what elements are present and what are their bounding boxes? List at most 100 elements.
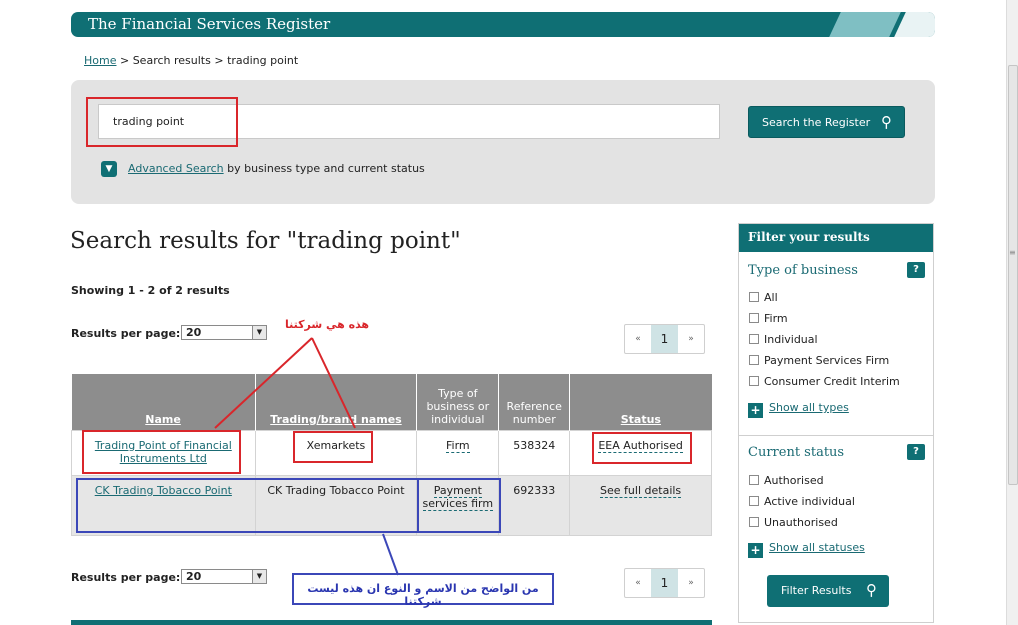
search-panel: trading point Search the Register ⚲ ▼ Ad… (71, 80, 935, 204)
breadcrumb-home-link[interactable]: Home (84, 54, 116, 67)
column-header-type: Type of business or individual (416, 374, 500, 430)
filter-title: Filter your results (739, 224, 933, 252)
checkbox-icon (749, 496, 759, 506)
checkbox-individual[interactable]: Individual (749, 333, 818, 346)
column-header-trading-names[interactable]: Trading/brand names (255, 374, 418, 430)
checkbox-icon (749, 313, 759, 323)
chevron-down-icon: ▼ (252, 326, 266, 339)
annotation-arrow-line (382, 533, 399, 576)
checkbox-active-individual[interactable]: Active individual (749, 495, 855, 508)
scrollbar-thumb[interactable] (1008, 65, 1018, 485)
checkbox-label: Payment Services Firm (764, 354, 890, 367)
checkbox-label: Consumer Credit Interim (764, 375, 900, 388)
breadcrumb-search-results: Search results (132, 54, 211, 67)
firm-name-link[interactable]: CK Trading Tobacco Point (95, 484, 232, 497)
scrollbar-grip-icon: ≡ (1009, 248, 1016, 257)
checkbox-icon (749, 517, 759, 527)
plus-icon: + (748, 543, 763, 558)
results-per-page-bottom: Results per page: 20 ▼ (71, 569, 267, 584)
show-all-statuses-link[interactable]: Show all statuses (769, 541, 865, 554)
column-header-reference: Reference number (498, 374, 571, 430)
footer-bar (71, 620, 712, 625)
filter-results-button[interactable]: Filter Results ⚲ (767, 575, 889, 607)
results-per-page-select[interactable]: 20 ▼ (181, 325, 267, 340)
cell-reference: 538324 (498, 429, 571, 476)
column-header-name[interactable]: Name (71, 374, 256, 430)
checkbox-label: Unauthorised (764, 516, 838, 529)
checkbox-icon (749, 292, 759, 302)
help-icon[interactable]: ? (907, 262, 925, 278)
checkbox-unauthorised[interactable]: Unauthorised (749, 516, 838, 529)
checkbox-label: Active individual (764, 495, 855, 508)
pager-next-button[interactable]: » (678, 325, 704, 353)
help-icon[interactable]: ? (907, 444, 925, 460)
chevron-down-icon: ▼ (252, 570, 266, 583)
cell-status: EEA Authorised (569, 429, 712, 476)
cell-type: Firm (416, 429, 500, 476)
show-all-statuses[interactable]: + Show all statuses (748, 541, 865, 558)
show-all-types-link[interactable]: Show all types (769, 401, 849, 414)
results-per-page-label: Results per page: (71, 327, 181, 340)
breadcrumb: Home > Search results > trading point (84, 54, 298, 67)
firm-name-link[interactable]: Trading Point of Financial Instruments L… (95, 439, 232, 465)
pager-bottom: « 1 » (624, 568, 705, 598)
breadcrumb-separator: > (119, 54, 130, 67)
pager-page-1[interactable]: 1 (651, 569, 678, 597)
checkbox-firm[interactable]: Firm (749, 312, 788, 325)
checkbox-label: Authorised (764, 474, 824, 487)
status-tooltip[interactable]: EEA Authorised (598, 438, 683, 453)
chevron-down-icon[interactable]: ▼ (101, 161, 117, 177)
page-title: Search results for "trading point" (70, 228, 461, 254)
type-tooltip[interactable]: Payment services firm (422, 483, 494, 511)
site-header: The Financial Services Register (71, 12, 935, 37)
filter-divider (739, 435, 933, 436)
site-title: The Financial Services Register (88, 15, 331, 33)
advanced-search-link[interactable]: Advanced Search (128, 162, 224, 175)
cell-trading-name: CK Trading Tobacco Point (254, 474, 418, 536)
annotation-blue-note: من الواضح من الاسم و النوع ان هذه ليست ش… (292, 573, 554, 608)
header-stripe (894, 12, 935, 37)
pager-prev-button[interactable]: « (625, 569, 651, 597)
checkbox-label: Individual (764, 333, 818, 346)
pager-next-button[interactable]: » (678, 569, 704, 597)
cell-type: Payment services firm (416, 474, 500, 536)
pager-prev-button[interactable]: « (625, 325, 651, 353)
filter-button-label: Filter Results (781, 584, 852, 597)
header-stripe (829, 12, 901, 37)
pager-page-1[interactable]: 1 (651, 325, 678, 353)
checkbox-consumer-credit-interim[interactable]: Consumer Credit Interim (749, 375, 900, 388)
search-button-label: Search the Register (762, 116, 871, 129)
search-icon: ⚲ (866, 581, 877, 599)
search-icon: ⚲ (881, 113, 892, 131)
checkbox-payment-services-firm[interactable]: Payment Services Firm (749, 354, 889, 367)
show-all-types[interactable]: + Show all types (748, 401, 849, 418)
column-header-status[interactable]: Status (569, 374, 712, 430)
checkbox-icon (749, 334, 759, 344)
table-row: Trading Point of Financial Instruments L… (71, 429, 712, 476)
results-per-page-value: 20 (186, 326, 202, 339)
annotation-red-note: هذه هي شركتنا (285, 318, 370, 331)
checkbox-all[interactable]: All (749, 291, 778, 304)
results-per-page-select[interactable]: 20 ▼ (181, 569, 267, 584)
filter-type-title: Type of business (748, 263, 858, 278)
checkbox-label: Firm (764, 312, 788, 325)
cell-name: CK Trading Tobacco Point (71, 474, 256, 536)
checkbox-icon (749, 376, 759, 386)
pager-top: « 1 » (624, 324, 705, 354)
table-row: CK Trading Tobacco Point CK Trading Toba… (71, 474, 712, 536)
cell-status: See full details (569, 474, 712, 536)
advanced-search-line: Advanced Search by business type and cur… (128, 162, 425, 175)
search-register-button[interactable]: Search the Register ⚲ (748, 106, 905, 138)
see-full-details-link[interactable]: See full details (600, 483, 682, 498)
checkbox-authorised[interactable]: Authorised (749, 474, 824, 487)
plus-icon: + (748, 403, 763, 418)
type-tooltip[interactable]: Firm (445, 438, 470, 453)
vertical-scrollbar[interactable]: ≡ (1006, 0, 1018, 625)
results-count: Showing 1 - 2 of 2 results (71, 284, 230, 297)
results-per-page-value: 20 (186, 570, 202, 583)
checkbox-label: All (764, 291, 778, 304)
search-input[interactable]: trading point (98, 104, 720, 139)
filter-status-title: Current status (748, 445, 845, 460)
advanced-search-suffix: by business type and current status (227, 162, 425, 175)
breadcrumb-separator: > (214, 54, 224, 67)
